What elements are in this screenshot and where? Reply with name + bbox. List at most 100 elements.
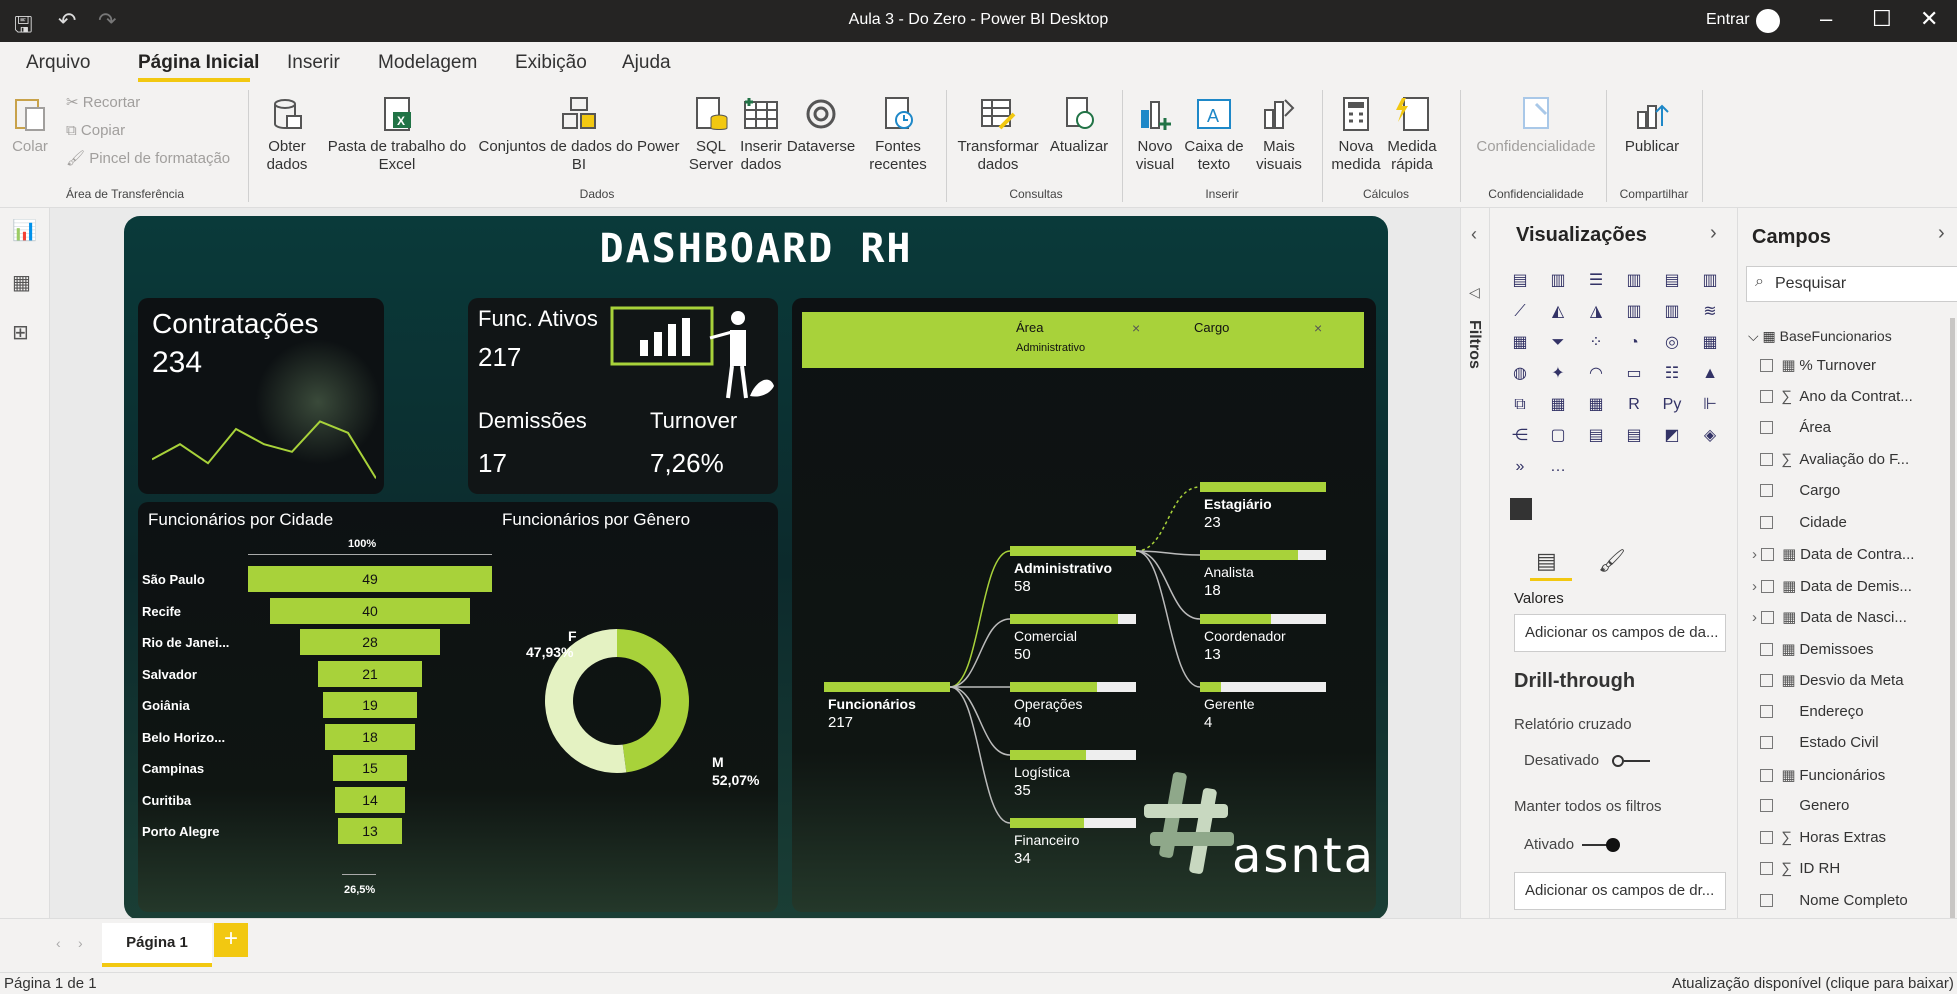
fields-expand-icon[interactable]: ›	[1938, 222, 1945, 245]
chevron-right-icon[interactable]: ›	[1752, 546, 1761, 563]
stacked-bar-icon[interactable]: ▤	[1508, 270, 1532, 292]
funnel-bar[interactable]: 21	[317, 660, 423, 687]
field-checkbox[interactable]	[1760, 799, 1774, 812]
chevron-right-icon[interactable]	[1752, 892, 1760, 909]
field-checkbox[interactable]	[1760, 704, 1774, 718]
qa-icon[interactable]: ▢	[1546, 425, 1570, 447]
funnel-bar[interactable]: 19	[322, 692, 418, 718]
stacked-column-icon[interactable]: ▥	[1546, 270, 1570, 292]
atualizar-button[interactable]: Atualizar	[1044, 94, 1114, 156]
area-chart-icon[interactable]: ◭	[1546, 301, 1570, 323]
report-view-icon[interactable]: 📊	[12, 218, 37, 243]
line-column-icon[interactable]: ▥	[1622, 301, 1646, 323]
format-tab-icon[interactable]: 🖌	[1598, 548, 1626, 574]
field-item[interactable]: ∑ Horas Extras	[1752, 829, 1886, 846]
funnel-bar[interactable]: 18	[325, 723, 415, 750]
paginated-icon[interactable]: ▤	[1622, 425, 1646, 447]
funnel-icon[interactable]: ⏷	[1546, 332, 1570, 354]
menu-pagina-inicial[interactable]: Página Inicial	[138, 52, 259, 74]
contratacoes-card[interactable]: Contratações 234	[138, 298, 384, 494]
chevron-right-icon[interactable]	[1752, 860, 1760, 877]
key-influencers-icon[interactable]: ⊩	[1698, 394, 1722, 416]
tab-prev-icon[interactable]: ‹	[56, 935, 61, 951]
field-item[interactable]: Estado Civil	[1752, 734, 1879, 751]
field-item[interactable]: Cidade	[1752, 514, 1847, 531]
copiar-button[interactable]: ⧉ Copiar	[66, 122, 125, 140]
funnel-bar[interactable]: 15	[332, 755, 408, 781]
caixa-texto-button[interactable]: A Caixa de texto	[1184, 94, 1244, 174]
filters-pane-collapsed[interactable]: ‹ ◁ Filtros	[1460, 208, 1490, 972]
field-item[interactable]: ▦% Turnover	[1752, 356, 1876, 374]
tab-pagina-1[interactable]: Página 1	[102, 923, 212, 967]
metrics-icon[interactable]: ◩	[1660, 425, 1684, 447]
recortar-button[interactable]: ✂ Recortar	[66, 94, 140, 112]
line-chart-icon[interactable]: ⟋	[1508, 301, 1532, 323]
python-visual-icon[interactable]: Py	[1660, 394, 1684, 416]
maximize-icon[interactable]: ☐	[1872, 6, 1892, 32]
filled-map-icon[interactable]: ✦	[1546, 363, 1570, 385]
cidade-genero-card[interactable]: Funcionários por Cidade Funcionários por…	[138, 502, 778, 912]
clustered-bar-icon[interactable]: ☰	[1584, 270, 1608, 292]
chevron-right-icon[interactable]: ›	[1752, 578, 1761, 595]
funnel-bar[interactable]: 14	[335, 786, 405, 813]
fontes-recentes-button[interactable]: Fontes recentes	[858, 94, 938, 174]
collapse-left-icon[interactable]: ‹	[1471, 224, 1477, 245]
field-checkbox[interactable]	[1760, 893, 1774, 907]
line-stacked-icon[interactable]: ▥	[1660, 301, 1684, 323]
chevron-right-icon[interactable]	[1752, 388, 1760, 405]
funnel-bar[interactable]: 28	[300, 629, 440, 655]
field-item[interactable]: ▦ Funcionários	[1752, 766, 1885, 784]
field-item[interactable]: Cargo	[1752, 482, 1840, 499]
kpi-icon[interactable]: ▲	[1698, 363, 1722, 385]
tree-root-name[interactable]: Funcionários	[828, 696, 916, 712]
field-item[interactable]: › ▦ Data de Nasci...	[1752, 608, 1907, 626]
ribbon-chart-icon[interactable]: ≋	[1698, 301, 1722, 323]
minimize-icon[interactable]: –	[1820, 6, 1832, 32]
excel-button[interactable]: X Pasta de trabalho do Excel	[322, 94, 472, 174]
funnel-bar[interactable]: 13	[337, 818, 403, 844]
field-checkbox[interactable]	[1761, 548, 1775, 561]
fields-tab-icon[interactable]: ▤	[1536, 548, 1557, 574]
clustered-column-icon[interactable]: ▥	[1622, 270, 1646, 292]
chevron-right-icon[interactable]	[1752, 641, 1760, 658]
field-item[interactable]: › ▦ Data de Contra...	[1752, 545, 1914, 563]
field-checkbox[interactable]	[1760, 389, 1774, 403]
card-icon[interactable]: ▭	[1622, 363, 1646, 385]
chevron-right-icon[interactable]	[1752, 703, 1760, 720]
nova-medida-button[interactable]: Nova medida	[1330, 94, 1382, 174]
field-item[interactable]: ▦ Demissoes	[1752, 640, 1874, 658]
more-visuals-dots-icon[interactable]: …	[1546, 456, 1570, 478]
chevron-right-icon[interactable]	[1752, 797, 1760, 814]
kpi-card[interactable]: Func. Ativos 217 Demissões 17 Turnover 7…	[468, 298, 778, 494]
field-item[interactable]: ▦ Desvio da Meta	[1752, 671, 1904, 689]
pincel-button[interactable]: 🖌 Pincel de formatação	[66, 150, 230, 168]
field-checkbox[interactable]	[1760, 359, 1774, 372]
multirow-card-icon[interactable]: ☷	[1660, 363, 1684, 385]
r-visual-icon[interactable]: R	[1622, 394, 1646, 416]
fields-search[interactable]: ⌕ Pesquisar	[1746, 266, 1957, 302]
matrix-icon[interactable]: ▦	[1584, 394, 1608, 416]
confidencialidade-button[interactable]: Confidencialidade	[1468, 94, 1604, 156]
inserir-dados-button[interactable]: Inserir dados	[736, 94, 786, 174]
sql-button[interactable]: SQL Server	[686, 94, 736, 174]
keep-filters-toggle[interactable]	[1582, 838, 1622, 852]
field-item[interactable]: ∑ Avaliação do F...	[1752, 451, 1909, 468]
chevron-right-icon[interactable]	[1752, 419, 1760, 436]
field-item[interactable]: › ▦ Data de Demis...	[1752, 577, 1912, 595]
tab-next-icon[interactable]: ›	[78, 935, 83, 951]
field-checkbox[interactable]	[1760, 736, 1774, 749]
field-checkbox[interactable]	[1760, 642, 1774, 656]
field-checkbox[interactable]	[1760, 452, 1774, 466]
scatter-icon[interactable]: ⁘	[1584, 332, 1608, 354]
chevron-right-icon[interactable]	[1752, 829, 1760, 846]
field-checkbox[interactable]	[1761, 579, 1775, 593]
tree-area-name[interactable]: Logística	[1014, 764, 1070, 780]
donut-slice[interactable]	[617, 629, 689, 773]
100-column-icon[interactable]: ▥	[1698, 270, 1722, 292]
field-checkbox[interactable]	[1760, 421, 1774, 434]
field-checkbox[interactable]	[1760, 515, 1774, 529]
chevron-right-icon[interactable]	[1752, 357, 1760, 374]
custom-visual-icon[interactable]	[1510, 498, 1532, 520]
cross-report-toggle[interactable]	[1612, 754, 1652, 768]
conjuntos-button[interactable]: Conjuntos de dados do Power BI	[474, 94, 684, 174]
